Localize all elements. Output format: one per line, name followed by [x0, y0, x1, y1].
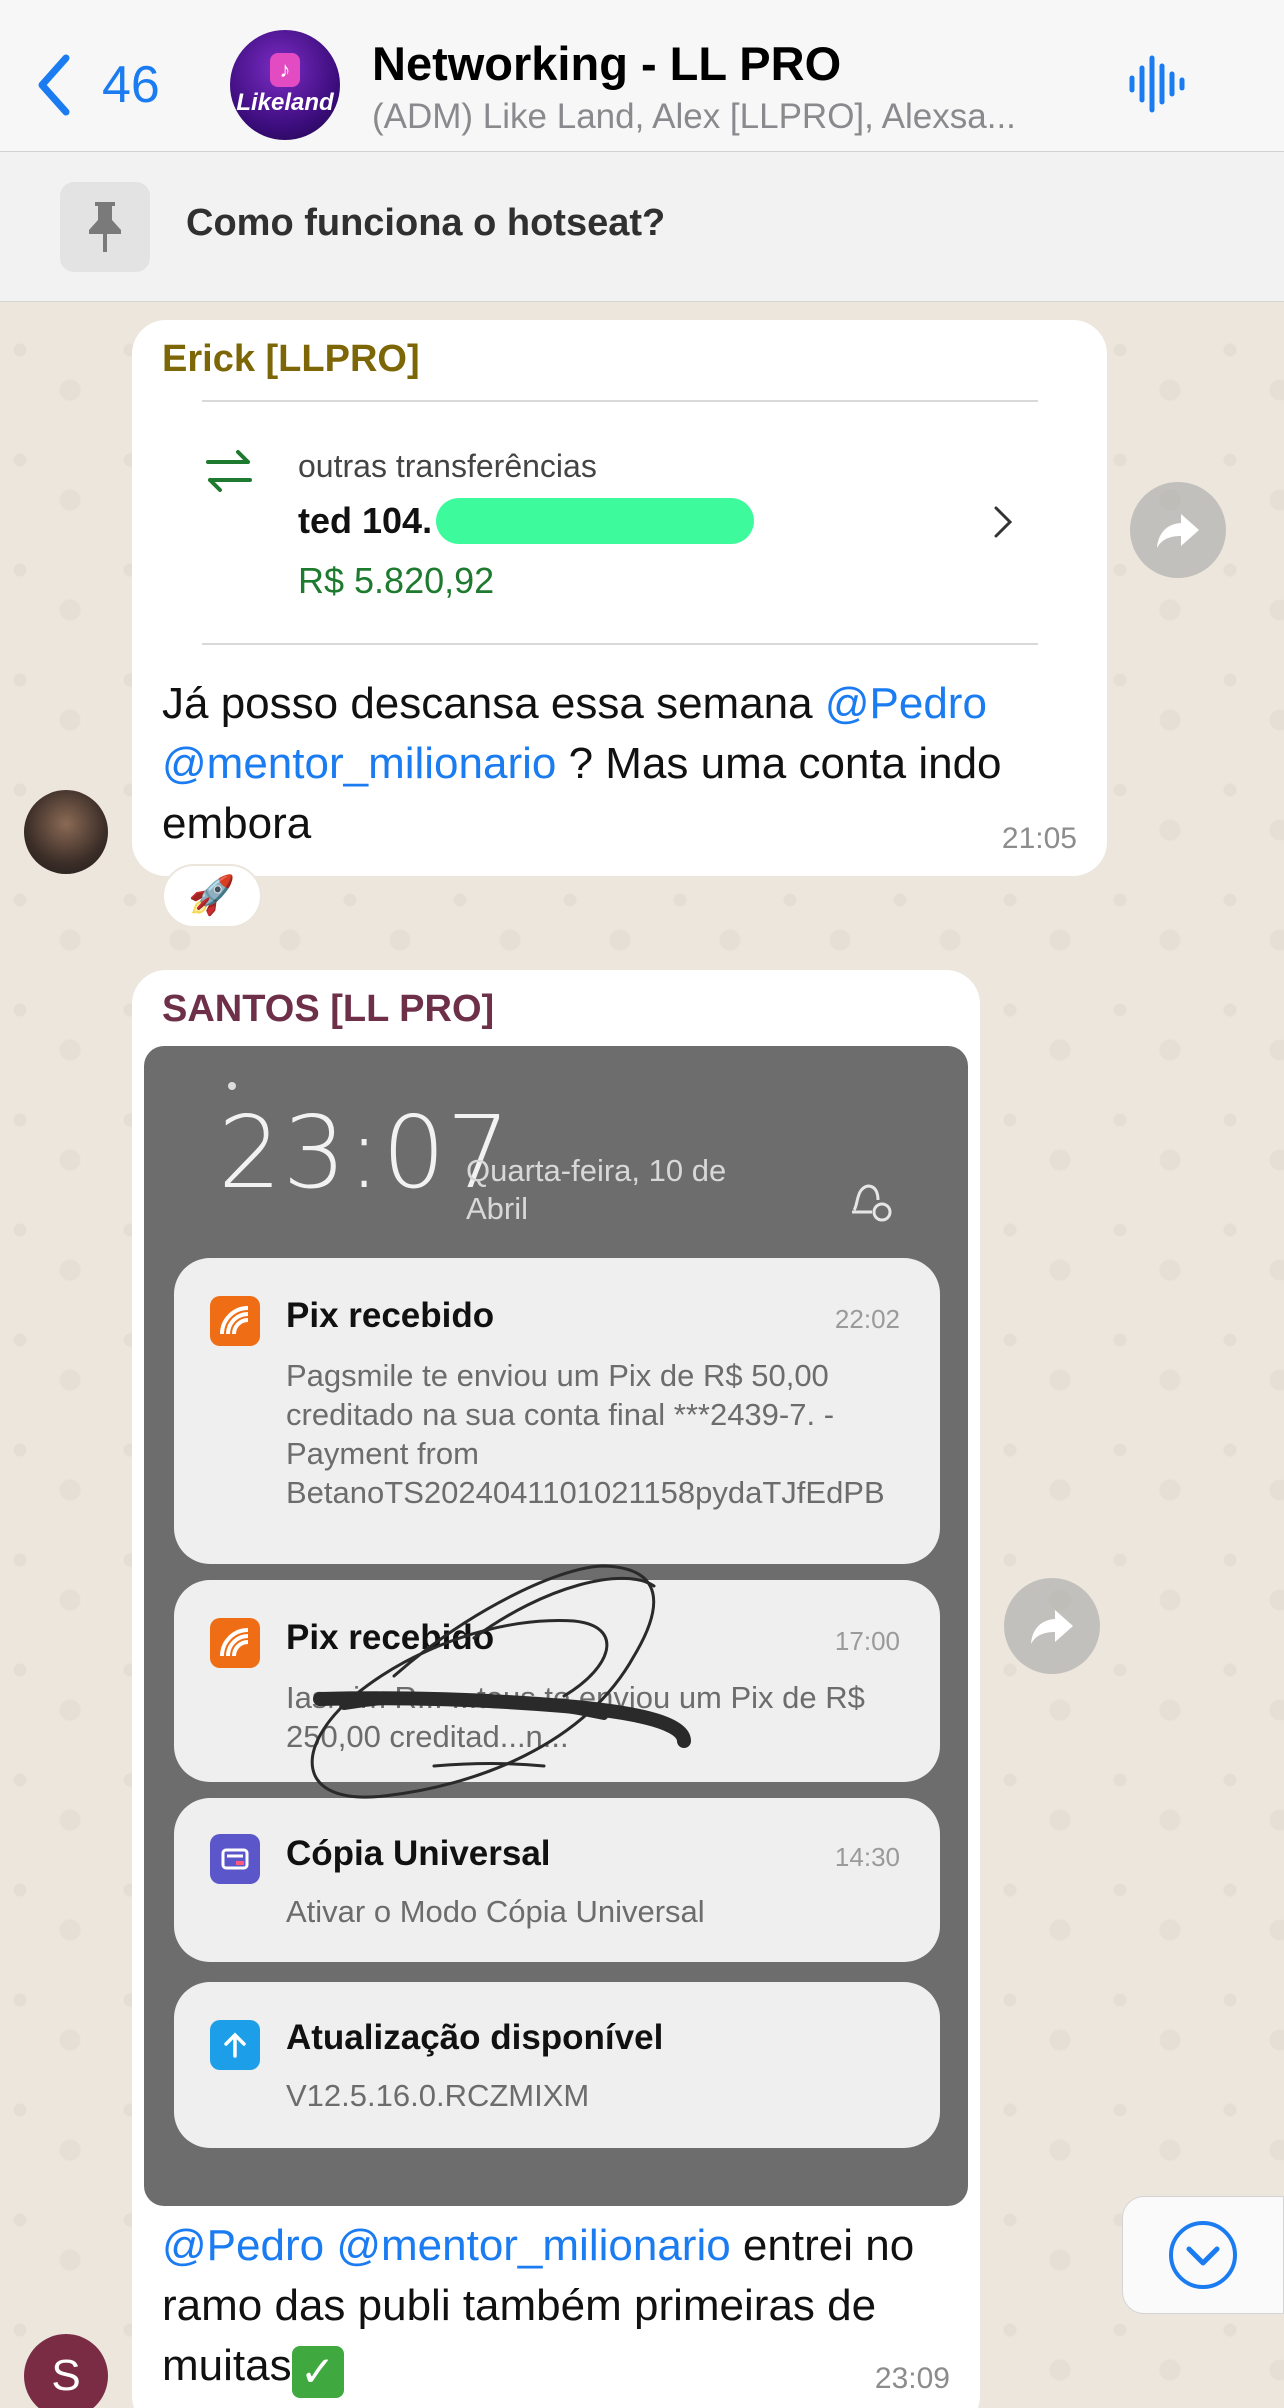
image-attachment[interactable]: 23:07 Quarta-feira, 10 de Abril Pix rece…: [144, 1046, 968, 2206]
message-bubble[interactable]: Erick [LLPRO] outras transferências ted …: [132, 320, 1107, 876]
notification-settings-icon: [852, 1184, 892, 1222]
notification-title: Pix recebido: [286, 1618, 495, 1657]
notification-card: Pix recebido 17:00 Iasmim R... ...tous t…: [174, 1580, 940, 1782]
message-text-part: Já posso descansa essa semana: [162, 679, 825, 728]
unread-count: 46: [102, 56, 160, 114]
notification-title: Cópia Universal: [286, 1834, 551, 1873]
message-text: Já posso descansa essa semana @Pedro @men…: [162, 674, 1072, 854]
copy-app-icon: [210, 1834, 260, 1884]
notification-title: Pix recebido: [286, 1296, 495, 1335]
group-avatar[interactable]: ♪ Likeland: [230, 30, 340, 140]
notification-body: V12.5.16.0.RCZMIXM: [286, 2078, 590, 2113]
notification-body: Pagsmile te enviou um Pix de R$ 50,00 cr…: [286, 1358, 885, 1510]
pin-icon: [60, 182, 150, 272]
group-avatar-logo-text: Likeland: [236, 89, 334, 116]
chat-title: Networking - LL PRO: [372, 37, 842, 90]
transfer-arrows-icon: [206, 450, 252, 492]
mention-link[interactable]: @mentor_milionario: [162, 739, 556, 788]
message-time: 23:09: [874, 2362, 950, 2395]
mention-link[interactable]: @mentor_milionario: [336, 2221, 730, 2270]
bank-app-icon: [210, 1296, 260, 1346]
chat-participants: (ADM) Like Land, Alex [LLPRO], Alexsa...: [372, 97, 1016, 136]
notification-time: 22:02: [834, 1304, 900, 1334]
notification-time: 17:00: [834, 1626, 900, 1656]
forward-button[interactable]: [1004, 1578, 1100, 1674]
status-dot: [228, 1082, 236, 1090]
notification-body: Iasmim R... ...tous te enviou um Pix de …: [286, 1680, 865, 1754]
reaction-badge[interactable]: 🚀: [162, 864, 262, 928]
notification-title: Atualização disponível: [286, 2018, 664, 2057]
pinned-message-text: Como funciona o hotseat?: [186, 202, 666, 244]
message-text: @Pedro @mentor_milionario entrei no ramo…: [162, 2216, 962, 2398]
chat-title-block[interactable]: Networking - LL PRO (ADM) Like Land, Ale…: [372, 36, 1112, 137]
notification-card: Atualização disponível V12.5.16.0.RCZMIX…: [174, 1982, 940, 2148]
notification-body: Ativar o Modo Cópia Universal: [286, 1894, 705, 1929]
sender-name[interactable]: SANTOS [LL PRO]: [162, 988, 494, 1031]
notification-card: Cópia Universal 14:30 Ativar o Modo Cópi…: [174, 1798, 940, 1962]
check-mark-icon: ✓: [291, 2346, 344, 2398]
chevron-down-circle-icon: [1169, 2221, 1237, 2289]
chevron-right-icon: [994, 506, 1013, 538]
transaction-name: ted 104.: [298, 500, 433, 541]
mention-link[interactable]: @Pedro: [825, 679, 987, 728]
sender-name[interactable]: Erick [LLPRO]: [162, 338, 420, 381]
transaction-type: outras transferências: [298, 448, 597, 484]
notification-card: Pix recebido 22:02 Pagsmile te enviou um…: [174, 1258, 940, 1564]
voice-chat-icon[interactable]: [1128, 52, 1188, 116]
screenshot-date: Quarta-feira, 10 de Abril: [466, 1153, 727, 1226]
mention-at: @: [162, 2221, 207, 2270]
forward-icon: [1031, 1610, 1073, 1644]
avatar[interactable]: [24, 790, 108, 874]
forward-button[interactable]: [1130, 482, 1226, 578]
mention-link[interactable]: Pedro: [207, 2221, 324, 2270]
forward-icon: [1157, 514, 1199, 548]
avatar[interactable]: S: [24, 2334, 108, 2408]
message-bubble[interactable]: SANTOS [LL PRO] 23:07 Quarta-feira, 10 d…: [132, 970, 980, 2408]
redaction-mark: [436, 498, 754, 544]
message-time: 21:05: [1001, 822, 1077, 855]
update-arrow-icon: [210, 2020, 260, 2070]
chevron-left-icon: [38, 54, 70, 116]
scroll-to-bottom-button[interactable]: [1122, 2196, 1284, 2314]
transaction-card[interactable]: outras transferências ted 104. R$ 5.820,…: [202, 400, 1038, 645]
bank-app-icon: [210, 1618, 260, 1668]
transaction-amount: R$ 5.820,92: [298, 560, 495, 601]
back-button[interactable]: 46: [34, 52, 160, 118]
pinned-message-bar[interactable]: Como funciona o hotseat?: [0, 152, 1284, 302]
likeland-logo-icon: ♪: [270, 53, 300, 87]
notification-time: 14:30: [834, 1842, 900, 1872]
chat-header: 46 ♪ Likeland Networking - LL PRO (ADM) …: [0, 0, 1284, 152]
